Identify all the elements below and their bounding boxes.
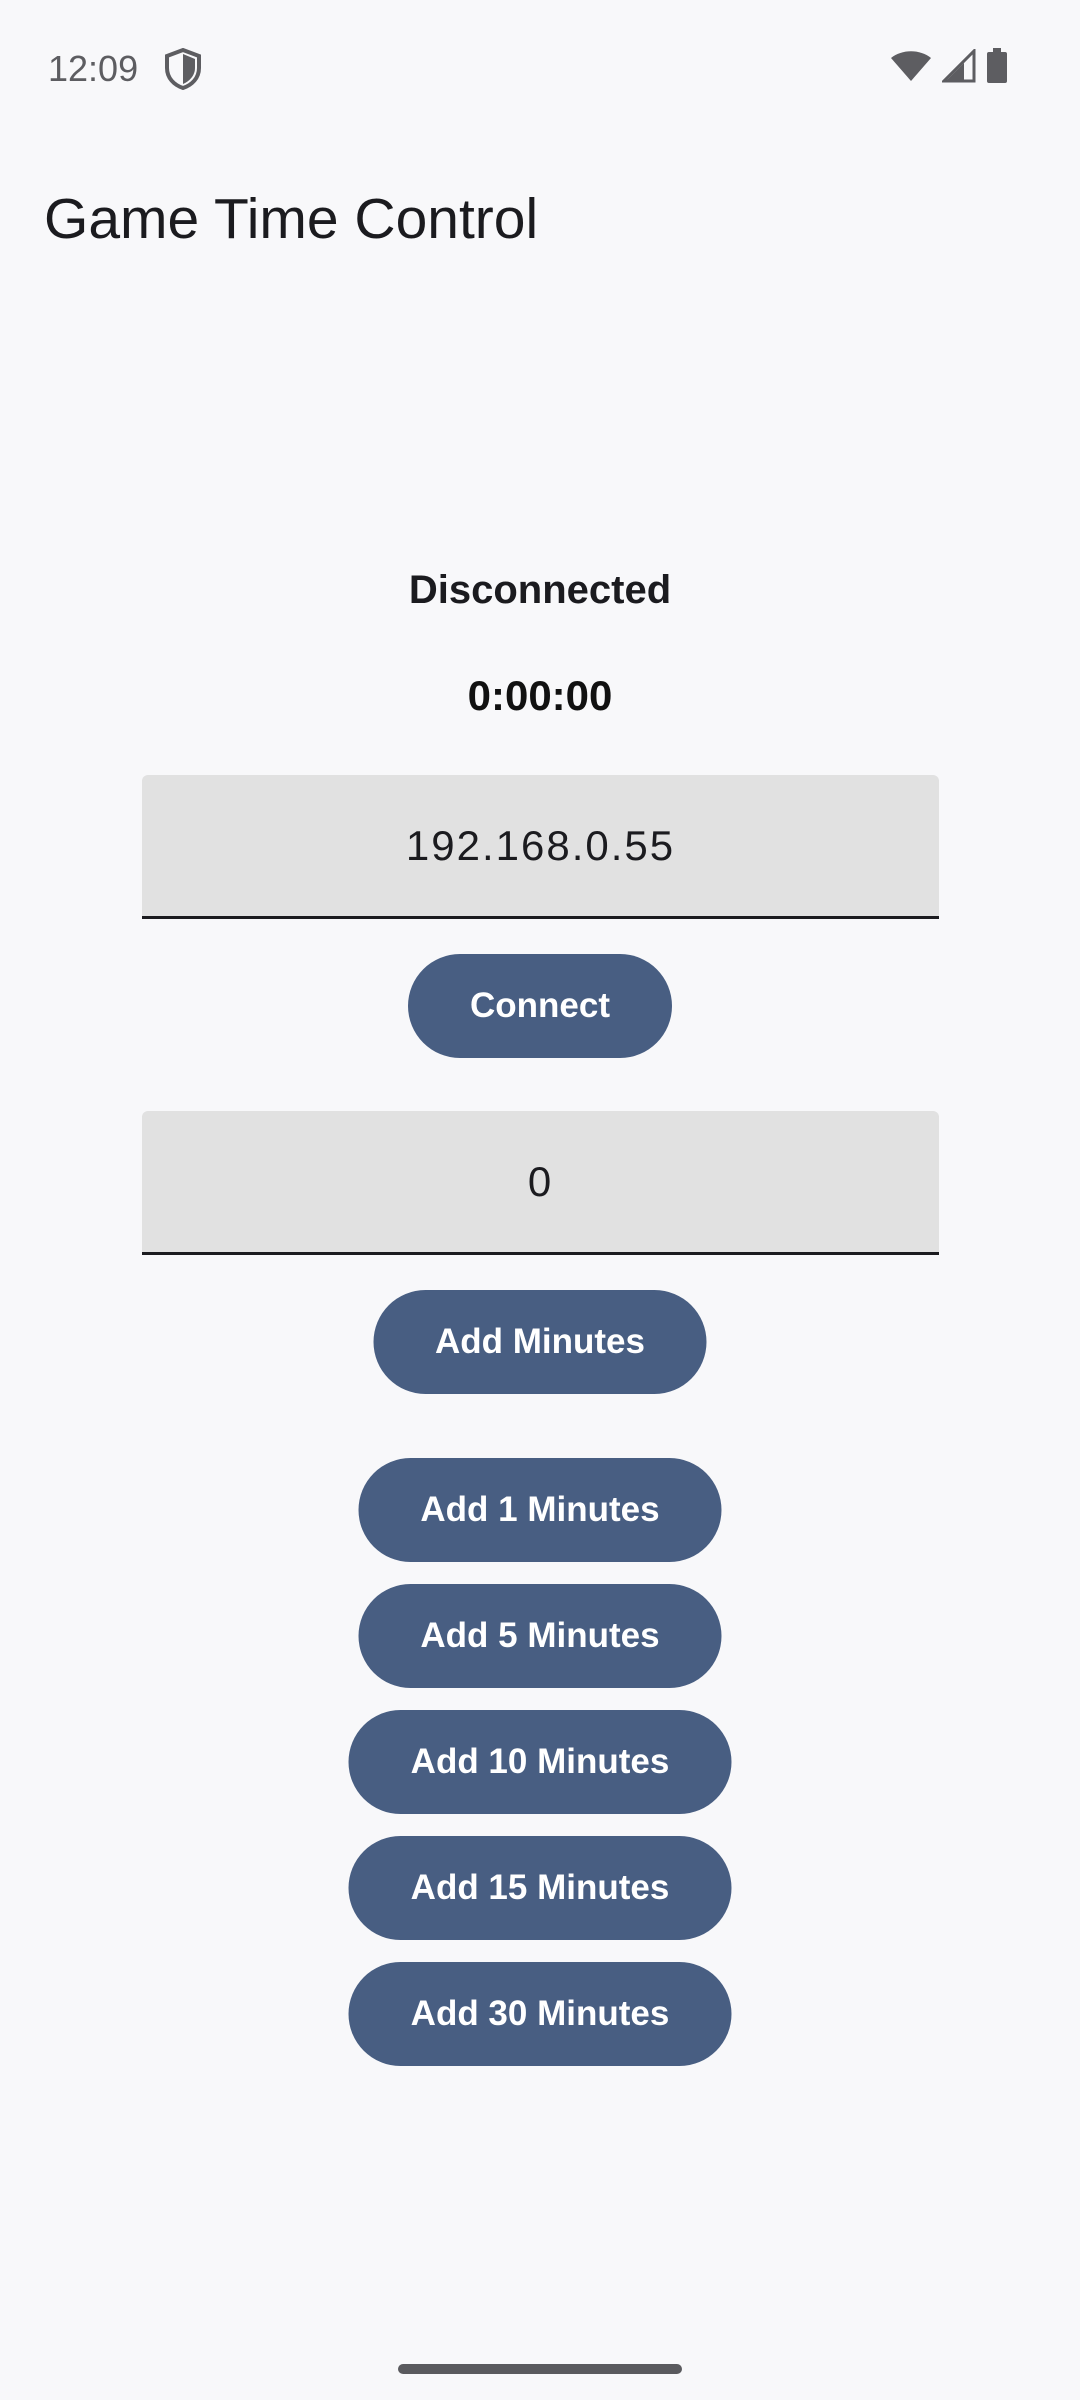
status-time: 12:09 [48, 48, 139, 89]
cellular-signal-icon [940, 47, 976, 88]
add-10-minutes-button[interactable]: Add 10 Minutes [348, 1710, 732, 1814]
add-1-minutes-button[interactable]: Add 1 Minutes [358, 1458, 722, 1562]
status-icons [890, 47, 1008, 89]
shield-icon [164, 47, 202, 91]
connection-status-label: Disconnected [408, 568, 672, 612]
add-5-minutes-button[interactable]: Add 5 Minutes [358, 1584, 722, 1688]
wifi-icon [890, 50, 932, 87]
add-30-minutes-button[interactable]: Add 30 Minutes [348, 1962, 732, 2066]
status-bar: 12:09 [0, 0, 1080, 140]
gesture-nav-handle[interactable] [398, 2364, 682, 2374]
timer-display: 0:00:00 [467, 672, 613, 719]
minutes-field[interactable]: 0 [142, 1111, 939, 1255]
connect-button[interactable]: Connect [408, 954, 672, 1058]
app-title: Game Time Control [44, 187, 539, 251]
ip-address-field[interactable]: 192.168.0.55 [142, 775, 939, 919]
battery-icon [986, 48, 1008, 89]
add-15-minutes-button[interactable]: Add 15 Minutes [348, 1836, 732, 1940]
add-minutes-button[interactable]: Add Minutes [373, 1290, 707, 1394]
